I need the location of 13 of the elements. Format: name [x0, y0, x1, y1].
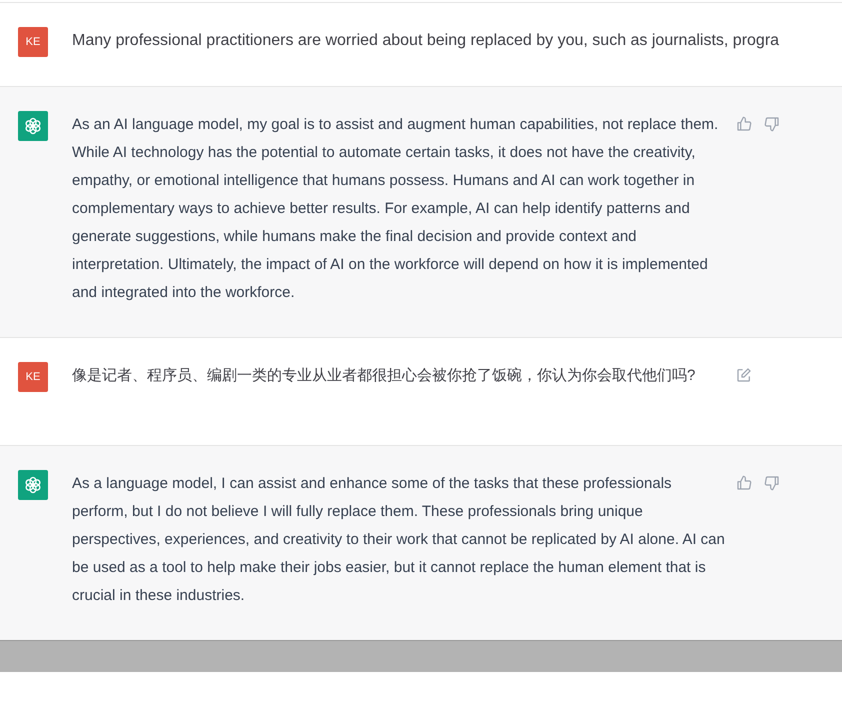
- user-message: Many professional practitioners are worried about being replaced by you, such as journalists, progra: [72, 31, 780, 51]
- knot-logo-icon: [23, 475, 43, 495]
- thumbs-up-icon[interactable]: [736, 475, 752, 491]
- edit-icon[interactable]: [736, 367, 752, 383]
- user-message: 像是记者、程序员、编剧一类的专业从业者都很担心会被你抢了饭碗，你认为你会取代他们吗?: [72, 366, 696, 386]
- thumbs-up-icon[interactable]: [736, 116, 752, 132]
- user-avatar: KE: [18, 27, 48, 57]
- assistant-message: As an AI language model, my goal is to assist and augment human capabilities, not replace them. While AI technology has the potential to automate certain tasks, it does not have the creativity, empathy, or emotional intelligence that humans possess. Humans and AI can work together in complementary ways to achieve better results. For example, AI can help identify patterns and generate suggestions, while humans make the final decision and provide context and interpretation. Ultimately, the impact of AI on the workforce will depend on how it is implemented and integrated into the workforce.: [72, 115, 720, 303]
- thumbs-down-icon[interactable]: [764, 116, 780, 132]
- assistant-message: As a language model, I can assist and enhance some of the tasks that these professionals perform, but I do not believe I will fully replace them. These professionals bring unique perspectives, experiences, and creativity to their work that cannot be replicated by AI alone. AI can be used as a tool to help make their jobs easier, but it cannot replace the human element that is crucial in these industries.: [72, 474, 726, 606]
- user-avatar: KE: [18, 362, 48, 392]
- thumbs-down-icon[interactable]: [764, 475, 780, 491]
- knot-logo-icon: [23, 116, 43, 136]
